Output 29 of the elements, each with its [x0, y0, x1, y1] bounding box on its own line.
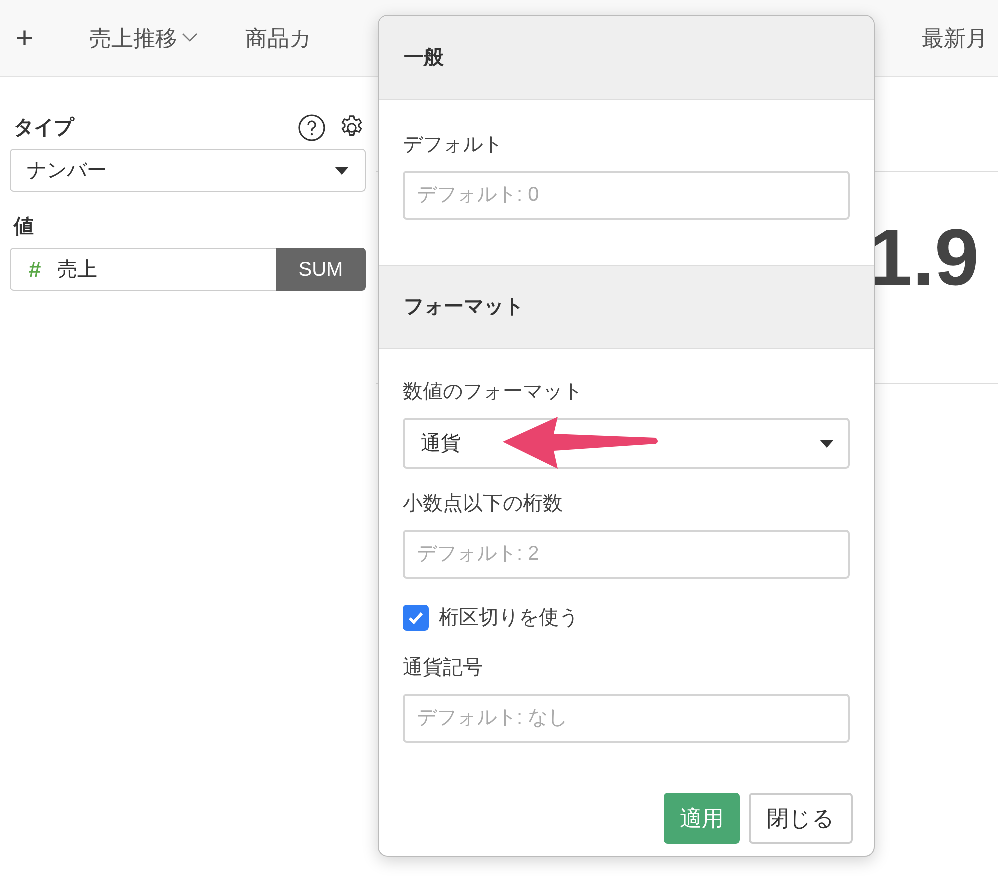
caret-icon: [335, 166, 349, 174]
field-label: 数値のフォーマット: [403, 380, 584, 405]
checkbox-label: 桁区切りを使う: [439, 606, 579, 631]
field-label: 通貨記号: [403, 656, 484, 681]
close-button[interactable]: 閉じる: [749, 793, 853, 844]
field-label: タイプ: [14, 116, 74, 141]
input-field[interactable]: デフォルト: 0: [403, 171, 850, 220]
tab[interactable]: 最新月: [922, 22, 988, 54]
tab[interactable]: 売上推移: [90, 22, 246, 54]
metric-value: 1.9: [868, 212, 980, 304]
input-field[interactable]: デフォルト: なし: [403, 694, 850, 743]
value-field[interactable]: # 売上: [10, 248, 276, 291]
help-icon[interactable]: [298, 114, 326, 142]
aggregation-button[interactable]: SUM: [276, 248, 366, 291]
field-label: 小数点以下の桁数: [403, 492, 564, 517]
chevron-down-icon: [182, 33, 198, 43]
checkbox[interactable]: [403, 605, 429, 631]
number-type-icon: #: [29, 253, 42, 286]
field-label: デフォルト: [403, 133, 504, 158]
field-label: 値: [12, 215, 35, 240]
section-title: 一般: [404, 46, 444, 70]
field-name: 売上: [57, 258, 98, 282]
input-field[interactable]: デフォルト: 2: [403, 530, 850, 579]
format-select[interactable]: 通貨: [403, 418, 850, 469]
add-tab-button[interactable]: +: [0, 16, 90, 60]
tab[interactable]: 商品カ: [246, 22, 361, 54]
type-select[interactable]: ナンバー: [10, 149, 366, 192]
section-title: フォーマット: [404, 295, 524, 320]
caret-icon: [820, 440, 834, 448]
